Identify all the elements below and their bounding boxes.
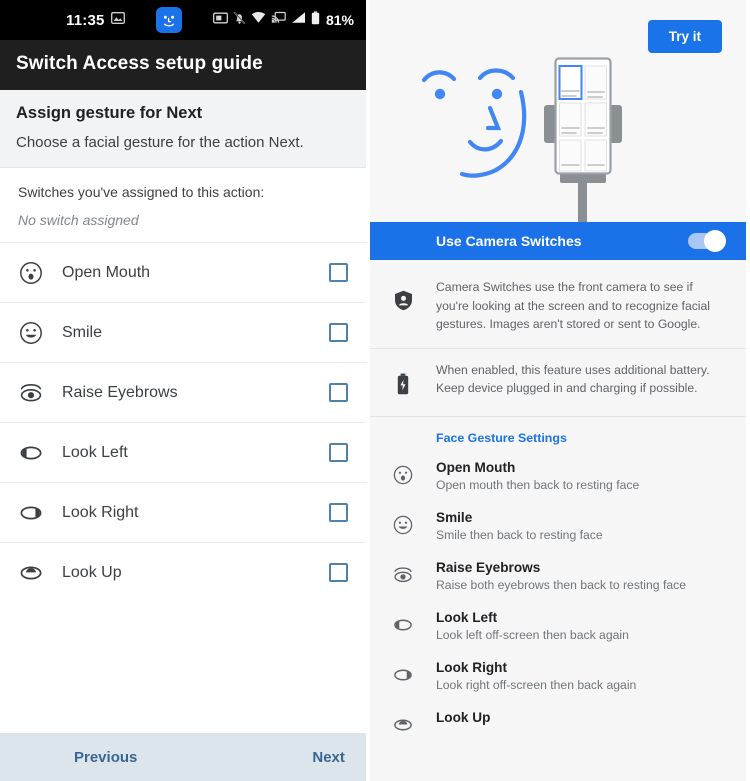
- look-left-eye-icon: [370, 610, 436, 642]
- look-up-eye-icon: [370, 710, 436, 736]
- gesture-label: Raise Eyebrows: [62, 383, 178, 401]
- look-right-eye-icon: [370, 660, 436, 692]
- gesture-row-smile[interactable]: Smile: [0, 302, 366, 362]
- gesture-option-list: Open Mouth Smile Raise Eyebrows Look Lef…: [0, 242, 366, 733]
- wizard-footer: Previous Next: [0, 733, 366, 781]
- face-gesture-body: Raise Eyebrows Raise both eyebrows then …: [436, 560, 728, 592]
- info-row-battery: When enabled, this feature uses addition…: [370, 349, 746, 410]
- previous-button[interactable]: Previous: [74, 749, 137, 766]
- gesture-checkbox[interactable]: [329, 563, 348, 582]
- face-gesture-desc: Look left off-screen then back again: [436, 627, 629, 642]
- face-gesture-settings-title: Face Gesture Settings: [436, 430, 567, 445]
- gesture-label: Open Mouth: [62, 263, 151, 281]
- camera-switches-face-icon: [155, 7, 182, 33]
- assigned-switches-label: Switches you've assigned to this action:: [18, 184, 265, 200]
- switch-access-setup-panel: 11:35 81% Switch Access setup guide Assi…: [0, 0, 370, 781]
- gesture-checkbox[interactable]: [329, 383, 348, 402]
- gesture-label: Look Left: [62, 443, 128, 461]
- raise-eyebrows-icon: [370, 560, 436, 592]
- status-bar-left: 11:35: [66, 11, 125, 29]
- smile-face-icon: [18, 320, 62, 346]
- face-gesture-row-look-up[interactable]: Look Up: [370, 701, 746, 745]
- look-up-eye-icon: [18, 560, 62, 586]
- face-gesture-name: Look Up: [436, 709, 491, 725]
- use-camera-switches-toggle[interactable]: [688, 230, 726, 252]
- app-bar: Switch Access setup guide: [0, 40, 366, 90]
- face-gesture-body: Look Left Look left off-screen then back…: [436, 610, 728, 642]
- use-camera-switches-row[interactable]: Use Camera Switches: [370, 222, 746, 260]
- open-mouth-face-icon: [18, 260, 62, 286]
- gesture-checkbox[interactable]: [329, 263, 348, 282]
- gesture-row-open-mouth[interactable]: Open Mouth: [0, 242, 366, 302]
- battery-percent: 81%: [325, 12, 354, 28]
- gesture-checkbox[interactable]: [329, 503, 348, 522]
- gesture-row-look-left[interactable]: Look Left: [0, 422, 366, 482]
- face-gesture-row-look-right[interactable]: Look Right Look right off-screen then ba…: [370, 651, 746, 701]
- face-gesture-body: Smile Smile then back to resting face: [436, 510, 728, 542]
- face-gesture-row-raise-eyebrows[interactable]: Raise Eyebrows Raise both eyebrows then …: [370, 551, 746, 601]
- face-gesture-name: Look Left: [436, 609, 498, 625]
- signal-icon: [291, 11, 306, 29]
- gesture-row-raise-eyebrows[interactable]: Raise Eyebrows: [0, 362, 366, 422]
- gesture-row-look-right[interactable]: Look Right: [0, 482, 366, 542]
- face-gesture-body: Look Right Look right off-screen then ba…: [436, 660, 728, 692]
- assigned-switches-block: Switches you've assigned to this action:…: [0, 168, 366, 242]
- info-text-privacy: Camera Switches use the front camera to …: [436, 280, 711, 332]
- wifi-icon: [251, 11, 266, 29]
- hero-illustration-area: Try it: [370, 0, 746, 222]
- section-subtitle: Choose a facial gesture for the action N…: [16, 134, 304, 151]
- gesture-label: Look Right: [62, 503, 139, 521]
- status-bar: 11:35 81%: [0, 0, 366, 40]
- battery-charging-icon: [370, 361, 436, 398]
- face-gesture-row-open-mouth[interactable]: Open Mouth Open mouth then back to resti…: [370, 451, 746, 501]
- screenshot-icon: [110, 11, 125, 29]
- toggle-knob: [704, 230, 726, 252]
- face-gesture-name: Open Mouth: [436, 459, 516, 475]
- face-gesture-row-look-left[interactable]: Look Left Look left off-screen then back…: [370, 601, 746, 651]
- face-gesture-desc: Look right off-screen then back again: [436, 677, 637, 692]
- section-header: Assign gesture for Next Choose a facial …: [0, 90, 366, 168]
- section-title: Assign gesture for Next: [16, 104, 203, 122]
- face-gesture-name: Raise Eyebrows: [436, 559, 541, 575]
- gesture-checkbox[interactable]: [329, 443, 348, 462]
- face-gesture-body: Look Up: [436, 710, 728, 736]
- face-gesture-desc: Open mouth then back to resting face: [436, 477, 640, 492]
- notifications-muted-icon: [233, 11, 246, 30]
- privacy-shield-icon: [370, 278, 436, 334]
- info-block: Camera Switches use the front camera to …: [370, 260, 746, 414]
- smile-face-icon: [370, 510, 436, 542]
- try-it-button[interactable]: Try it: [647, 20, 722, 53]
- next-button[interactable]: Next: [312, 749, 345, 766]
- open-mouth-face-icon: [370, 460, 436, 492]
- info-row-privacy: Camera Switches use the front camera to …: [370, 266, 746, 346]
- look-left-eye-icon: [18, 440, 62, 466]
- camera-switches-settings-panel: Try it Use Camera Switches Camera Switch…: [370, 0, 746, 781]
- page-title: Switch Access setup guide: [16, 53, 263, 74]
- face-gesture-body: Open Mouth Open mouth then back to resti…: [436, 460, 728, 492]
- gesture-checkbox[interactable]: [329, 323, 348, 342]
- screenshot-indicator-icon: [213, 11, 228, 29]
- gesture-row-look-up[interactable]: Look Up: [0, 542, 366, 602]
- face-gesture-desc: Smile then back to resting face: [436, 527, 603, 542]
- gesture-label: Smile: [62, 323, 103, 341]
- raise-eyebrows-icon: [18, 380, 62, 406]
- face-gesture-name: Smile: [436, 509, 473, 525]
- info-text-battery: When enabled, this feature uses addition…: [436, 362, 710, 396]
- battery-icon: [311, 10, 320, 30]
- status-bar-center: [125, 7, 213, 33]
- assigned-switches-value: No switch assigned: [18, 212, 139, 228]
- face-gesture-name: Look Right: [436, 659, 507, 675]
- use-camera-switches-label: Use Camera Switches: [436, 233, 582, 249]
- look-right-eye-icon: [18, 500, 62, 526]
- gesture-label: Look Up: [62, 563, 122, 581]
- face-gesture-settings-list: Open Mouth Open mouth then back to resti…: [370, 451, 746, 781]
- status-time: 11:35: [66, 11, 105, 29]
- cast-icon: [271, 11, 286, 29]
- face-gesture-desc: Raise both eyebrows then back to resting…: [436, 577, 686, 592]
- face-gesture-row-smile[interactable]: Smile Smile then back to resting face: [370, 501, 746, 551]
- status-bar-right: 81%: [213, 10, 354, 30]
